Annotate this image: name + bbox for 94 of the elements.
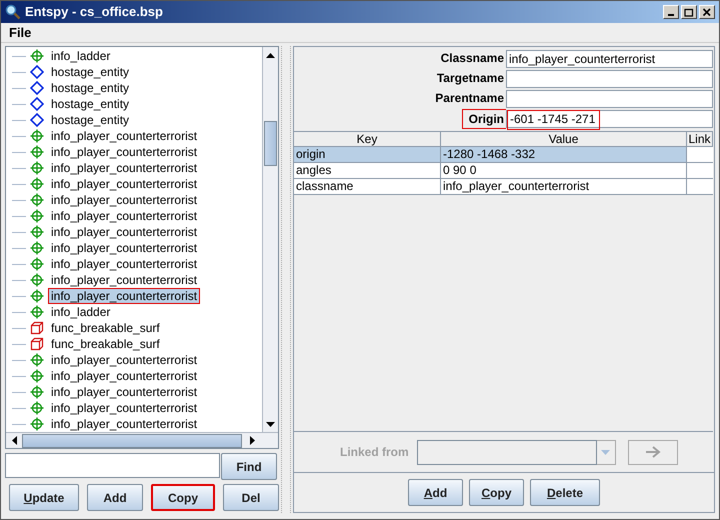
search-field[interactable] — [5, 453, 220, 478]
tree-item[interactable]: info_player_counterterrorist — [48, 352, 200, 368]
text-field[interactable] — [506, 70, 713, 88]
crosshair-icon — [30, 353, 44, 367]
crosshair-icon — [30, 129, 44, 143]
crosshair-icon — [30, 273, 44, 287]
action-button[interactable]: Copy — [469, 479, 524, 506]
tree-item[interactable]: info_player_counterterrorist — [48, 160, 200, 176]
linked-from-label: Linked from — [340, 444, 409, 461]
crosshair-icon — [30, 305, 44, 319]
up-arrow-icon — [266, 52, 275, 58]
table-row[interactable]: classname info_player_counterterrorist — [294, 179, 713, 195]
diamond-icon — [30, 81, 44, 95]
tree-item[interactable]: info_player_counterterrorist — [48, 208, 200, 224]
tree-item[interactable]: info_player_counterterrorist — [48, 400, 200, 416]
crosshair-icon — [30, 257, 44, 271]
diamond-icon — [30, 97, 44, 111]
horizontal-scrollbar[interactable] — [6, 432, 278, 448]
tree-item[interactable]: info_player_counterterrorist — [48, 224, 200, 240]
crosshair-icon — [30, 225, 44, 239]
tree-item[interactable]: info_player_counterterrorist — [48, 176, 200, 192]
linked-from-dropdown[interactable] — [416, 440, 616, 464]
tree-item[interactable]: info_player_counterterrorist — [48, 192, 200, 208]
crosshair-icon — [30, 49, 44, 63]
scrollbar-thumb[interactable] — [22, 434, 242, 448]
crosshair-icon — [30, 177, 44, 191]
action-button[interactable]: Delete — [530, 479, 600, 506]
tree-item[interactable]: hostage_entity — [48, 64, 132, 80]
crosshair-icon — [30, 369, 44, 383]
minimize-button[interactable] — [663, 5, 679, 19]
scrollbar-thumb[interactable] — [264, 121, 277, 166]
tree-item[interactable]: info_player_counterterrorist — [48, 144, 200, 160]
splitter[interactable] — [281, 46, 291, 513]
close-icon — [702, 8, 712, 16]
crosshair-icon — [30, 241, 44, 255]
right-arrow-icon — [644, 446, 661, 458]
table-row[interactable]: origin -1280 -1468 -332 — [294, 147, 713, 163]
crosshair-icon — [30, 385, 44, 399]
tree-item[interactable]: info_player_counterterrorist — [48, 384, 200, 400]
field-label: Parentname — [434, 90, 505, 107]
tree-item[interactable]: hostage_entity — [48, 112, 132, 128]
table-cell: info_player_counterterrorist — [441, 179, 687, 195]
action-button[interactable]: Add — [408, 479, 463, 506]
tree-item[interactable]: func_breakable_surf — [48, 320, 163, 336]
crosshair-icon — [30, 193, 44, 207]
tree-item[interactable]: info_player_counterterrorist — [48, 256, 200, 272]
crosshair-icon — [30, 161, 44, 175]
text-field[interactable] — [506, 90, 713, 108]
text-field[interactable]: info_player_counterterrorist — [506, 50, 713, 68]
tree-item[interactable]: info_player_counterterrorist — [48, 368, 200, 384]
window-title: Entspy - cs_office.bsp — [25, 3, 163, 22]
menu-item[interactable]: File — [9, 22, 32, 42]
dropdown-arrow-icon — [601, 450, 610, 454]
crosshair-icon — [30, 145, 44, 159]
crosshair-icon — [30, 289, 44, 303]
tree-item[interactable]: hostage_entity — [48, 80, 132, 96]
crosshair-icon — [30, 401, 44, 415]
tree-item[interactable]: info_player_counterterrorist — [48, 240, 200, 256]
tree-item[interactable]: func_breakable_surf — [48, 336, 163, 352]
close-button[interactable] — [699, 5, 715, 19]
left-arrow-icon — [12, 436, 16, 445]
right-arrow-icon — [250, 436, 254, 445]
cube-icon — [30, 337, 44, 351]
action-button[interactable]: Add — [87, 484, 143, 511]
tree-item[interactable]: info_player_counterterrorist — [48, 416, 200, 432]
vertical-scrollbar[interactable] — [262, 47, 278, 432]
diamond-icon — [30, 65, 44, 79]
field-value[interactable]: -601 -1745 -271 — [507, 110, 600, 130]
magnifier-icon — [5, 4, 21, 20]
tree-item[interactable]: info_player_counterterrorist — [48, 288, 200, 304]
find-button[interactable]: Find — [221, 453, 277, 480]
field-label: Classname — [440, 50, 505, 67]
field-label: Targetname — [436, 70, 505, 87]
go-button[interactable] — [628, 440, 678, 464]
table-cell: classname — [294, 179, 441, 195]
field-value[interactable]: info_player_counterterrorist — [507, 51, 658, 67]
tree-item[interactable]: info_player_counterterrorist — [48, 272, 200, 288]
action-button[interactable]: Copy — [151, 484, 215, 511]
tree-item[interactable]: info_ladder — [48, 48, 114, 64]
maximize-icon — [684, 8, 694, 16]
action-button[interactable]: Update — [9, 484, 79, 511]
maximize-button[interactable] — [681, 5, 697, 19]
crosshair-icon — [30, 417, 44, 431]
action-button[interactable]: Del — [223, 484, 279, 511]
cube-icon — [30, 321, 44, 335]
tree-item[interactable]: info_ladder — [48, 304, 114, 320]
tree-item[interactable]: hostage_entity — [48, 96, 132, 112]
table-row[interactable]: angles 0 90 0 — [294, 163, 713, 179]
diamond-icon — [30, 113, 44, 127]
tree-item[interactable]: info_player_counterterrorist — [48, 128, 200, 144]
crosshair-icon — [30, 209, 44, 223]
minimize-icon — [668, 14, 674, 16]
down-arrow-icon — [266, 422, 275, 426]
text-field[interactable]: -601 -1745 -271 — [506, 110, 713, 128]
